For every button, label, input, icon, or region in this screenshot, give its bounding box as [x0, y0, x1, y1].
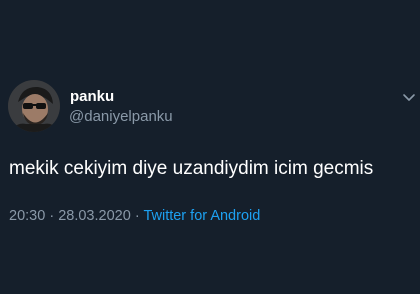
tweet-text: mekik cekiyim diye uzandiydim icim gecmi… — [9, 158, 374, 179]
profile-photo-icon — [8, 80, 60, 132]
chevron-down-icon[interactable] — [402, 93, 416, 103]
display-name[interactable]: panku — [70, 88, 114, 106]
user-handle[interactable]: @daniyelpanku — [69, 108, 173, 126]
meta-separator: · — [49, 208, 55, 224]
tweet-source-link[interactable]: Twitter for Android — [143, 208, 260, 224]
avatar[interactable] — [8, 80, 60, 132]
tweet-time[interactable]: 20:30 — [9, 208, 45, 224]
tweet-card: panku @daniyelpanku mekik cekiyim diye u… — [0, 0, 420, 294]
meta-separator: · — [134, 208, 140, 224]
tweet-meta: 20:30 · 28.03.2020 · Twitter for Android — [9, 207, 260, 225]
tweet-date[interactable]: 28.03.2020 — [58, 208, 131, 224]
